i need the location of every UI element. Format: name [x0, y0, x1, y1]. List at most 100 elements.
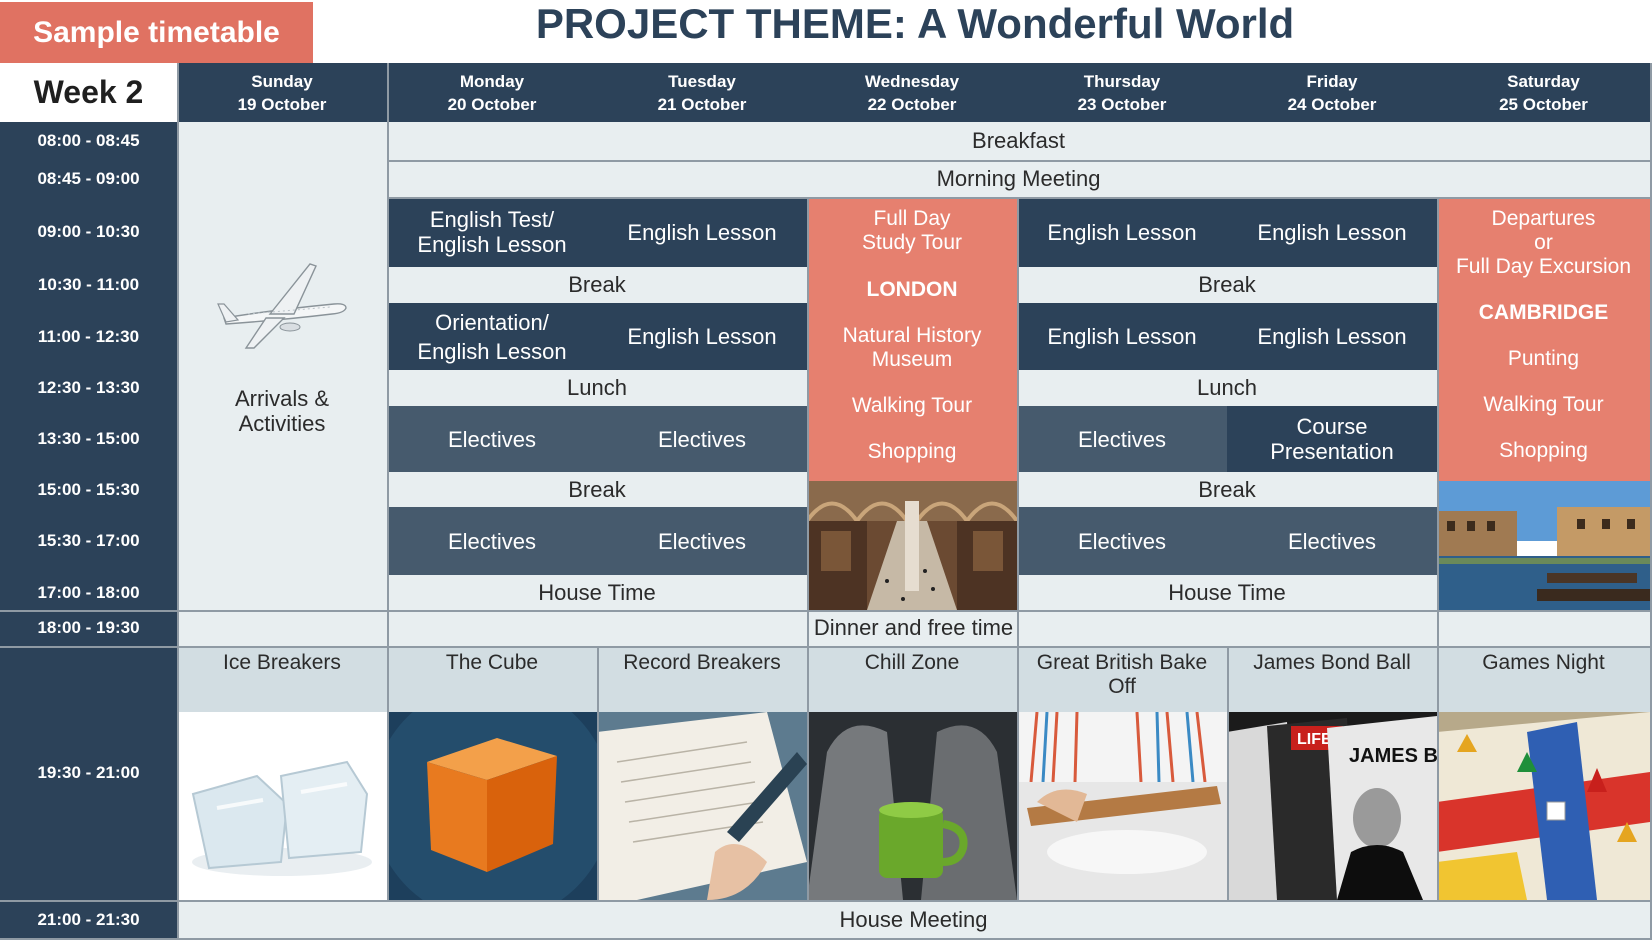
thursday-0900-cell: English Lesson: [1017, 197, 1227, 267]
trip-activity: Natural History: [842, 324, 982, 347]
morning-meeting-cell: Morning Meeting: [387, 160, 1650, 197]
time-slot: 09:00 - 10:30: [0, 197, 177, 267]
tuesday-1100-cell: English Lesson: [597, 303, 807, 370]
day-header-wednesday: Wednesday 22 October: [807, 63, 1017, 122]
sunday-arrivals: Arrivals & Activities: [177, 122, 387, 610]
wednesday-london-trip: Full Day Study Tour LONDON Natural Histo…: [807, 197, 1017, 481]
evening-chill-zone: Chill Zone: [807, 646, 1017, 712]
trip-activity: Walking Tour: [1483, 393, 1604, 416]
evening-james-bond-ball: James Bond Ball: [1227, 646, 1437, 712]
evening-games-night: Games Night: [1437, 646, 1650, 712]
lesson-line2: English Lesson: [417, 338, 567, 364]
friday-1100-cell: English Lesson: [1227, 303, 1437, 370]
time-slot: 12:30 - 13:30: [0, 370, 177, 406]
monday-1330-cell: Electives: [387, 406, 597, 472]
day-name: Friday: [1306, 71, 1358, 91]
day-header-thursday: Thursday 23 October: [1017, 63, 1227, 122]
friday-1530-cell: Electives: [1227, 507, 1437, 575]
week-label-text: Week 2: [33, 74, 144, 110]
trip-line2: or: [1534, 231, 1553, 254]
day-header-saturday: Saturday 25 October: [1437, 63, 1650, 122]
monday-1530-cell: Electives: [387, 507, 597, 575]
tuesday-0900-cell: English Lesson: [597, 197, 807, 267]
time-slot: 13:30 - 15:00: [0, 406, 177, 472]
trip-activity: Punting: [1507, 347, 1580, 370]
time-slot: 08:00 - 08:45: [0, 122, 177, 160]
friday-0900-cell: English Lesson: [1227, 197, 1437, 267]
day-date: 24 October: [1287, 94, 1377, 114]
monday-1100-cell: Orientation/English Lesson: [387, 303, 597, 370]
thursday-1100-cell: English Lesson: [1017, 303, 1227, 370]
evening-record-breakers: Record Breakers: [597, 646, 807, 712]
day-header-monday: Monday 20 October: [387, 63, 597, 122]
cambridge-river-photo: [1437, 481, 1650, 610]
museum-photo: [807, 481, 1017, 610]
mon-tue-lunch-cell: Lunch: [387, 370, 807, 406]
thu-fri-break2-cell: Break: [1017, 472, 1437, 507]
tuesday-1330-cell: Electives: [597, 406, 807, 472]
saturday-cambridge-trip: Departures or Full Day Excursion CAMBRID…: [1437, 197, 1650, 481]
day-date: 19 October: [237, 94, 327, 114]
day-date: 22 October: [867, 94, 957, 114]
day-date: 25 October: [1499, 94, 1588, 114]
day-date: 23 October: [1077, 94, 1167, 114]
breakfast-cell: Breakfast: [387, 122, 1650, 160]
magazine-life-text: LIFE: [1297, 731, 1332, 748]
trip-activity: Museum: [871, 348, 953, 371]
orange-cube-photo: [387, 712, 597, 900]
green-mug-photo: [807, 712, 1017, 900]
time-slot: 11:00 - 12:30: [0, 303, 177, 370]
day-date: 20 October: [447, 94, 537, 114]
trip-line1: Departures: [1491, 207, 1596, 230]
time-slot: 15:30 - 17:00: [0, 507, 177, 575]
evening-ice-breakers: Ice Breakers: [177, 646, 387, 712]
page-title: PROJECT THEME: A Wonderful World: [535, 0, 1295, 47]
ice-cubes-photo: [177, 712, 387, 900]
presentation-line1: Course: [1296, 414, 1368, 439]
arrivals-line2: Activities: [238, 411, 326, 436]
thu-fri-house-time-cell: House Time: [1017, 575, 1437, 610]
trip-activity: Shopping: [867, 440, 957, 463]
trip-line2: Study Tour: [861, 231, 962, 254]
time-slot: 18:00 - 19:30: [0, 610, 177, 646]
trip-line3: Full Day Excursion: [1455, 255, 1632, 278]
arrivals-line1: Arrivals &: [234, 386, 330, 411]
time-slot: 19:30 - 21:00: [0, 646, 177, 900]
evening-bake-off: Great British Bake Off: [1017, 646, 1227, 712]
thu-fri-break-cell: Break: [1017, 267, 1437, 303]
day-name: Tuesday: [668, 71, 736, 91]
lesson-line2: English Lesson: [417, 232, 567, 257]
thursday-1330-cell: Electives: [1017, 406, 1227, 472]
day-date: 21 October: [657, 94, 747, 114]
trip-activity: Walking Tour: [851, 394, 973, 417]
day-header-friday: Friday 24 October: [1227, 63, 1437, 122]
monday-0900-cell: English Test/English Lesson: [387, 197, 597, 267]
trip-city: CAMBRIDGE: [1478, 301, 1609, 324]
day-header-tuesday: Tuesday 21 October: [597, 63, 807, 122]
time-slot: 08:45 - 09:00: [0, 160, 177, 197]
dinner-cell: Dinner and free time: [177, 610, 1650, 646]
board-game-photo: [1437, 712, 1650, 900]
day-name: Monday: [459, 71, 525, 91]
lesson-line1: Orientation/: [435, 309, 549, 335]
trip-line1: Full Day: [873, 207, 951, 230]
time-slot: 10:30 - 11:00: [0, 267, 177, 303]
james-bond-magazines-photo: LIFE JAMES BOND: [1227, 712, 1437, 900]
notebook-writing-photo: [597, 712, 807, 900]
house-meeting-cell: House Meeting: [177, 900, 1650, 940]
trip-city: LONDON: [866, 278, 958, 301]
day-name: Saturday: [1507, 71, 1580, 91]
mon-tue-break2-cell: Break: [387, 472, 807, 507]
baking-photo: [1017, 712, 1227, 900]
time-slot: 21:00 - 21:30: [0, 900, 177, 940]
presentation-line2: Presentation: [1270, 439, 1394, 464]
day-name: Sunday: [251, 71, 313, 91]
sample-timetable-badge: Sample timetable: [0, 2, 313, 64]
day-header-sunday: Sunday 19 October: [177, 63, 387, 122]
trip-activity: Shopping: [1499, 439, 1588, 462]
mon-tue-break-cell: Break: [387, 267, 807, 303]
mon-tue-house-time-cell: House Time: [387, 575, 807, 610]
airplane-icon: [217, 263, 347, 349]
tuesday-1530-cell: Electives: [597, 507, 807, 575]
day-name: Wednesday: [864, 71, 960, 91]
